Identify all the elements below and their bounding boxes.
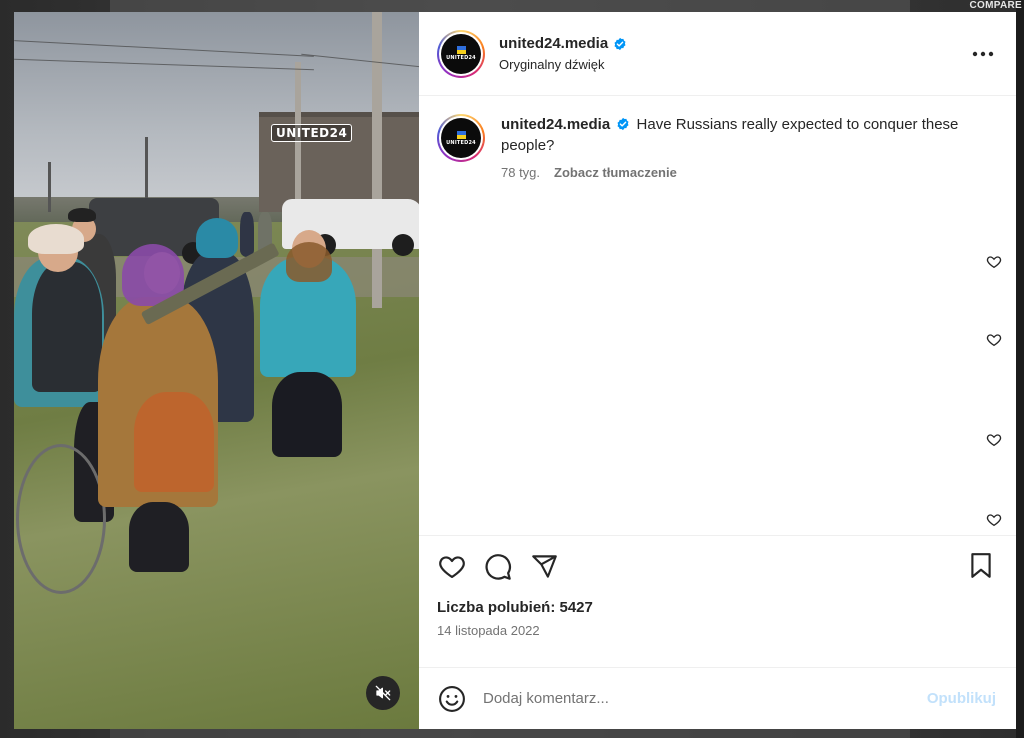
header-username[interactable]: united24.media bbox=[499, 35, 608, 52]
post-caption: UNITED24 united24.media Have Russians re… bbox=[437, 114, 998, 180]
post-header: UNITED24 united24.media Oryginalny dźwię… bbox=[419, 12, 1016, 96]
mute-button[interactable] bbox=[366, 676, 400, 710]
caption-username[interactable]: united24.media bbox=[501, 116, 610, 133]
verified-badge-icon bbox=[617, 117, 629, 131]
comment-like-heart-icon[interactable] bbox=[986, 254, 1002, 270]
post-actions bbox=[419, 535, 1016, 597]
background-right-edge bbox=[1016, 0, 1024, 738]
background-feed-strip bbox=[110, 0, 910, 12]
heart-icon bbox=[439, 555, 465, 578]
ukraine-flag-icon bbox=[456, 46, 466, 54]
background-corner-text: COMPARE bbox=[969, 0, 1022, 11]
likes-count[interactable]: Liczba polubień: 5427 bbox=[437, 599, 998, 616]
post-modal: UNITED24 UNITED24 united24.media Orygina… bbox=[14, 12, 1016, 729]
caption-avatar[interactable]: UNITED24 bbox=[437, 114, 485, 162]
comment-like-heart-icon[interactable] bbox=[986, 332, 1002, 348]
comment-like-heart-icon[interactable] bbox=[986, 432, 1002, 448]
add-comment-bar: Opublikuj bbox=[419, 667, 1016, 729]
like-button[interactable] bbox=[437, 552, 467, 582]
video-watermark: UNITED24 bbox=[271, 124, 353, 142]
share-button[interactable] bbox=[529, 552, 559, 582]
avatar-logo-text: UNITED24 bbox=[446, 55, 476, 61]
post-date[interactable]: 14 listopada 2022 bbox=[437, 623, 998, 638]
audio-label[interactable]: Oryginalny dźwięk bbox=[499, 57, 627, 72]
see-translation-link[interactable]: Zobacz tłumaczenie bbox=[554, 165, 677, 180]
caption-age[interactable]: 78 tyg. bbox=[501, 165, 540, 180]
avatar-logo-text: UNITED24 bbox=[446, 139, 476, 146]
comment-icon bbox=[485, 553, 511, 580]
comment-input[interactable] bbox=[483, 690, 883, 707]
post-video[interactable]: UNITED24 bbox=[14, 12, 419, 729]
background-feed-strip-bottom bbox=[110, 728, 910, 738]
volume-muted-icon bbox=[375, 685, 391, 701]
publish-button[interactable]: Opublikuj bbox=[927, 690, 996, 707]
bookmark-icon bbox=[971, 553, 991, 578]
verified-badge-icon bbox=[614, 37, 626, 50]
more-horizontal-icon bbox=[972, 51, 994, 57]
share-icon bbox=[531, 555, 557, 578]
united24-logo: UNITED24 bbox=[441, 118, 481, 158]
comments-section[interactable]: UNITED24 united24.media Have Russians re… bbox=[419, 96, 1016, 535]
united24-logo: UNITED24 bbox=[441, 33, 481, 74]
more-options-button[interactable] bbox=[972, 46, 994, 57]
likes-section: Liczba polubień: 5427 14 listopada 2022 bbox=[419, 597, 1016, 667]
post-side-panel: UNITED24 united24.media Oryginalny dźwię… bbox=[419, 12, 1016, 729]
emoji-button[interactable] bbox=[437, 684, 467, 714]
emoji-icon bbox=[439, 685, 465, 712]
avatar[interactable]: UNITED24 bbox=[437, 29, 485, 78]
save-button[interactable] bbox=[968, 552, 998, 582]
comment-button[interactable] bbox=[483, 552, 513, 582]
comment-like-heart-icon[interactable] bbox=[986, 512, 1002, 528]
ukraine-flag-icon bbox=[456, 130, 466, 139]
